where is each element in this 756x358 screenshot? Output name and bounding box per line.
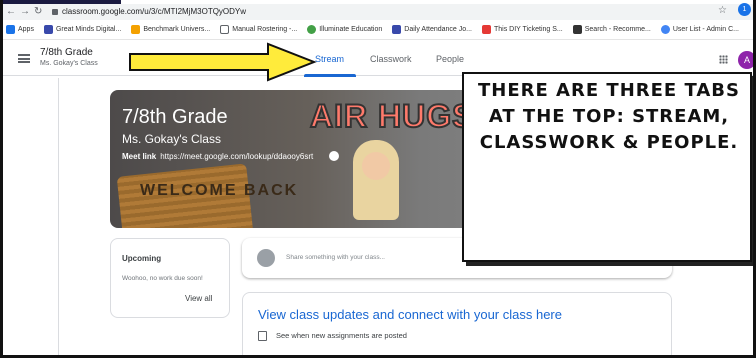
image-border: [0, 0, 756, 358]
